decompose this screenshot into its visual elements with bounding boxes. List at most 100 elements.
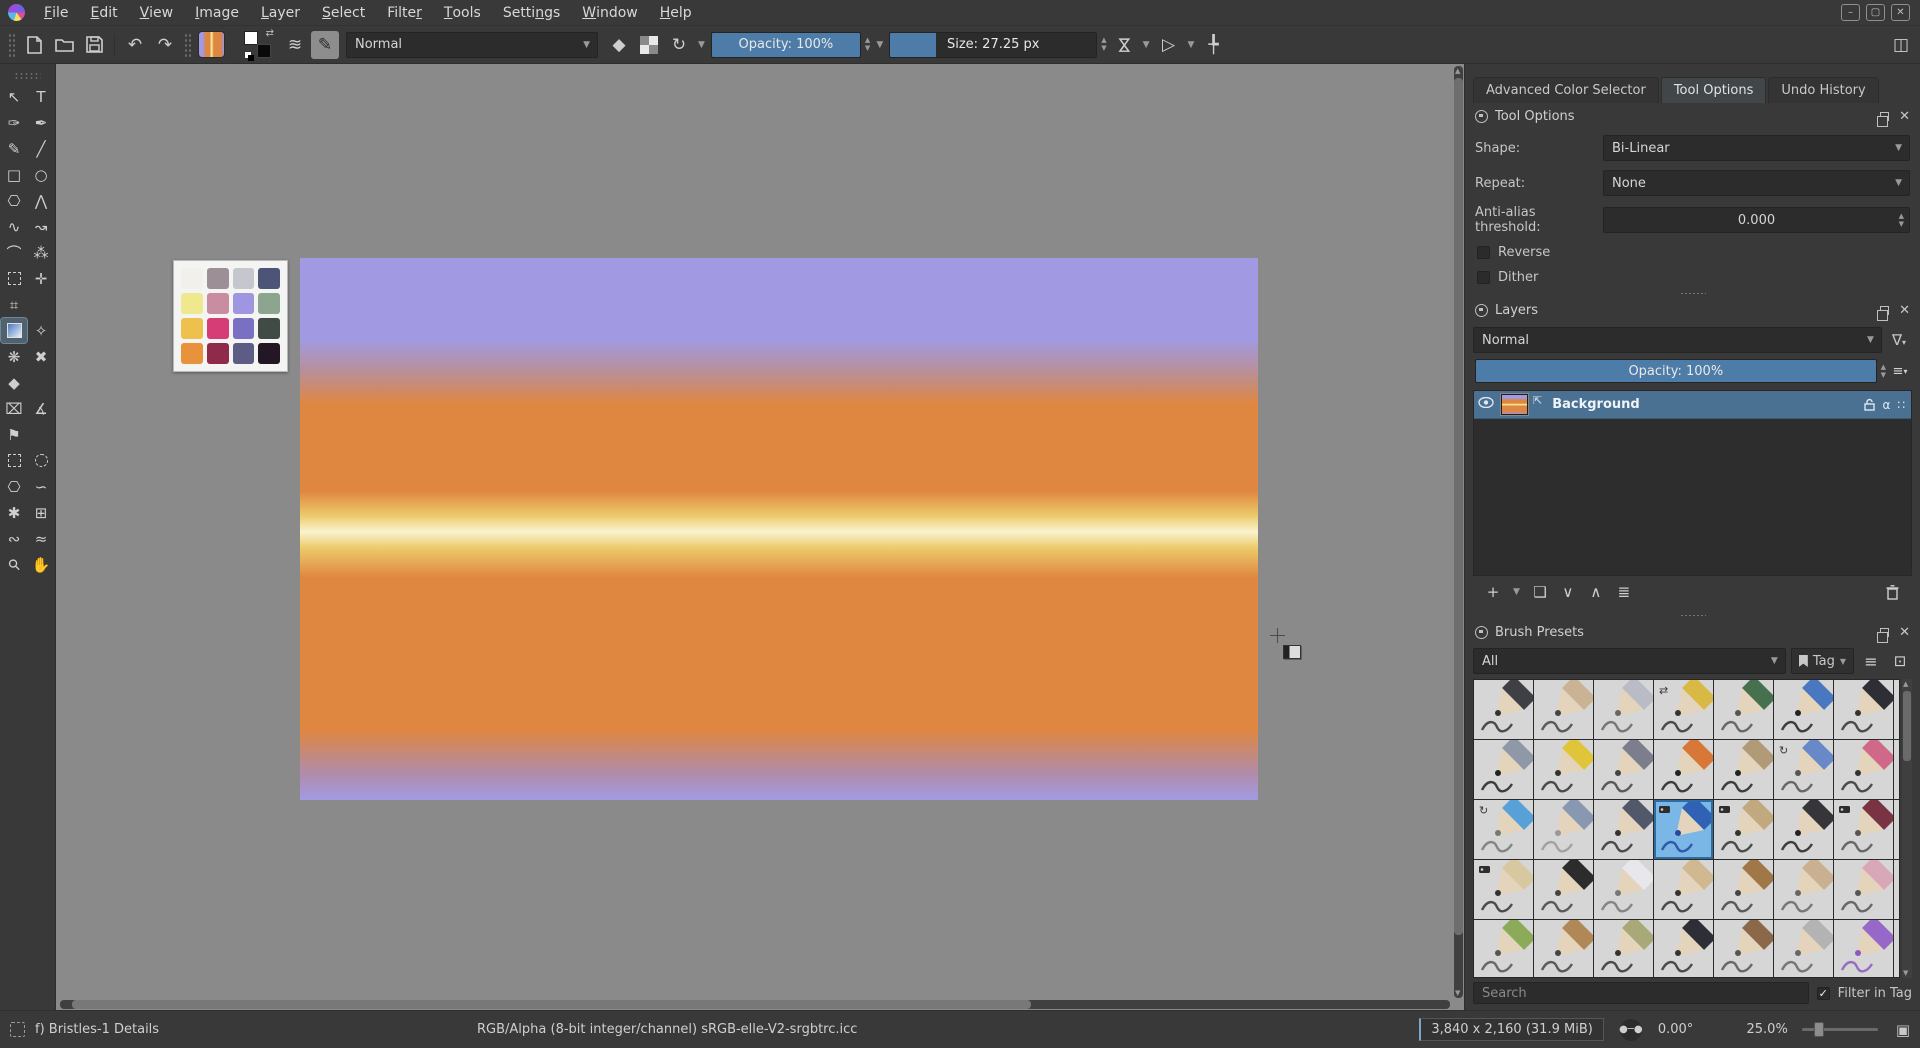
brush-preset[interactable] bbox=[1834, 800, 1893, 859]
layer-inherit-alpha-icon[interactable]: ∷ bbox=[1897, 398, 1905, 412]
layer-alpha-lock-icon[interactable]: α bbox=[1882, 398, 1890, 412]
brush-preset[interactable] bbox=[1714, 800, 1773, 859]
float-docker-icon[interactable] bbox=[1880, 628, 1889, 637]
tool-zoom[interactable]: ⚲ bbox=[0, 546, 32, 582]
antialias-threshold-input[interactable]: 0.000 ▲▼ bbox=[1603, 207, 1910, 233]
tool-transform[interactable] bbox=[1, 266, 27, 291]
tool-crop[interactable]: ⌗ bbox=[1, 292, 27, 317]
minimize-button[interactable]: – bbox=[1841, 4, 1860, 21]
brush-preset[interactable] bbox=[1654, 740, 1713, 799]
layer-blending-mode-select[interactable]: Normal ▼ bbox=[1473, 327, 1882, 353]
float-docker-icon[interactable] bbox=[1880, 112, 1889, 121]
layer-properties-button[interactable]: ≣ bbox=[1612, 581, 1636, 603]
open-document-button[interactable] bbox=[50, 31, 78, 59]
scroll-up-icon[interactable]: ▲ bbox=[1903, 680, 1908, 688]
tool-multibrush[interactable]: ⁂ bbox=[28, 240, 54, 265]
docker-splitter[interactable] bbox=[1467, 611, 1918, 619]
tool-bezier-curve[interactable]: ∿ bbox=[1, 214, 27, 239]
canvas-rotation-icon[interactable]: ●─● bbox=[1620, 1019, 1642, 1041]
redo-button[interactable]: ↷ bbox=[151, 31, 179, 59]
brush-preset[interactable] bbox=[1894, 800, 1900, 859]
horizontal-mirror-button[interactable]: ⋈ bbox=[1110, 31, 1138, 59]
palette-swatch[interactable] bbox=[258, 293, 280, 314]
palette-swatch[interactable] bbox=[233, 318, 255, 339]
brush-preset[interactable]: ⇄ bbox=[1654, 680, 1713, 739]
brush-preset[interactable] bbox=[1774, 680, 1833, 739]
close-docker-icon[interactable]: ✕ bbox=[1899, 303, 1910, 318]
reverse-checkbox[interactable] bbox=[1477, 246, 1490, 259]
tool-gradient[interactable] bbox=[1, 318, 27, 343]
opacity-spinner[interactable]: ▲▼ bbox=[865, 37, 870, 52]
palette-swatch[interactable] bbox=[258, 268, 280, 289]
save-button[interactable] bbox=[80, 31, 108, 59]
foreground-background-colors[interactable]: ⇄ bbox=[244, 31, 272, 59]
brush-preset[interactable] bbox=[1774, 920, 1833, 978]
menu-settings[interactable]: Settings bbox=[492, 0, 571, 25]
palette-swatch[interactable] bbox=[181, 343, 203, 364]
layer-options-icon[interactable]: ≡▾ bbox=[1888, 360, 1912, 382]
brush-preset[interactable]: ↻ bbox=[1474, 800, 1533, 859]
tool-ellipse-select[interactable] bbox=[28, 448, 54, 473]
scroll-down-icon[interactable]: ▼ bbox=[1455, 989, 1460, 997]
layer-opacity-spinner[interactable]: ▲▼ bbox=[1881, 364, 1886, 379]
menu-edit[interactable]: Edit bbox=[79, 0, 128, 25]
tool-freehand-brush[interactable]: ✎ bbox=[1, 136, 27, 161]
brush-preset[interactable] bbox=[1834, 740, 1893, 799]
brush-preset[interactable] bbox=[1534, 860, 1593, 919]
foreground-color-swatch[interactable] bbox=[244, 31, 258, 45]
zoom-level-value[interactable]: 25.0% bbox=[1728, 1022, 1788, 1037]
tab-undo-history[interactable]: Undo History bbox=[1768, 77, 1878, 103]
tab-tool-options[interactable]: Tool Options bbox=[1661, 77, 1767, 103]
tool-ellipse[interactable]: ○ bbox=[28, 162, 54, 187]
brush-preset[interactable] bbox=[1714, 680, 1773, 739]
choose-brush-preset-button[interactable]: ✎ bbox=[311, 31, 339, 59]
menu-filter[interactable]: Filter bbox=[376, 0, 433, 25]
palette-swatch[interactable] bbox=[207, 293, 229, 314]
palette-swatch[interactable] bbox=[233, 343, 255, 364]
menu-tools[interactable]: Tools bbox=[433, 0, 492, 25]
brush-scroll-thumb[interactable] bbox=[1903, 691, 1911, 761]
reload-preset-button[interactable]: ↻ bbox=[665, 31, 693, 59]
palette-swatch[interactable] bbox=[258, 318, 280, 339]
tool-rectangle[interactable]: □ bbox=[1, 162, 27, 187]
palette-swatch[interactable] bbox=[207, 268, 229, 289]
brush-preset[interactable] bbox=[1594, 800, 1653, 859]
canvas-horizontal-scrollbar[interactable] bbox=[60, 1000, 1450, 1009]
brush-preset[interactable] bbox=[1894, 680, 1900, 739]
brush-preset[interactable]: ↻ bbox=[1774, 740, 1833, 799]
brush-preset[interactable] bbox=[1894, 860, 1900, 919]
palette-swatch[interactable] bbox=[258, 343, 280, 364]
choose-workspace-button[interactable]: ◫ bbox=[1887, 31, 1915, 59]
detail-view-button[interactable]: ⊡ bbox=[1888, 650, 1912, 672]
brush-preset[interactable] bbox=[1534, 800, 1593, 859]
tool-polygon-select[interactable]: ⎔ bbox=[1, 474, 27, 499]
tool-reference-images[interactable]: ⚑ bbox=[1, 422, 27, 447]
layer-name[interactable]: Background bbox=[1552, 397, 1864, 412]
tool-contiguous-select[interactable]: ⊞ bbox=[28, 500, 54, 525]
docker-lock-icon[interactable] bbox=[1475, 304, 1488, 317]
tab-advanced-color-selector[interactable]: Advanced Color Selector bbox=[1473, 77, 1659, 103]
brush-preset[interactable] bbox=[1474, 920, 1533, 978]
undo-button[interactable]: ↶ bbox=[121, 31, 149, 59]
palette-swatch[interactable] bbox=[181, 318, 203, 339]
brush-preset[interactable] bbox=[1594, 680, 1653, 739]
tool-smart-patch[interactable]: ✖ bbox=[28, 344, 54, 369]
shape-select[interactable]: Bi-Linear ▼ bbox=[1603, 135, 1910, 161]
zoom-slider[interactable] bbox=[1802, 1028, 1878, 1031]
brush-search-input[interactable] bbox=[1473, 982, 1809, 1004]
canvas-vertical-scrollbar[interactable]: ▲ ▼ bbox=[1454, 66, 1463, 998]
float-docker-icon[interactable] bbox=[1880, 306, 1889, 315]
menu-layer[interactable]: Layer bbox=[250, 0, 311, 25]
menu-view[interactable]: View bbox=[129, 0, 185, 25]
tool-rect-select[interactable] bbox=[1, 448, 27, 473]
swap-colors-icon[interactable]: ⇄ bbox=[266, 28, 274, 39]
tool-select-shapes[interactable]: ↖ bbox=[1, 84, 27, 109]
maximize-button[interactable]: ▢ bbox=[1866, 4, 1885, 21]
close-docker-icon[interactable]: ✕ bbox=[1899, 625, 1910, 640]
duplicate-layer-button[interactable]: ❏ bbox=[1528, 581, 1552, 603]
tool-colorize-mask[interactable]: ❋ bbox=[1, 344, 27, 369]
brush-preset[interactable] bbox=[1774, 860, 1833, 919]
brush-preset[interactable] bbox=[1714, 740, 1773, 799]
tool-pan[interactable]: ✋ bbox=[28, 552, 54, 577]
brush-preset[interactable] bbox=[1834, 920, 1893, 978]
